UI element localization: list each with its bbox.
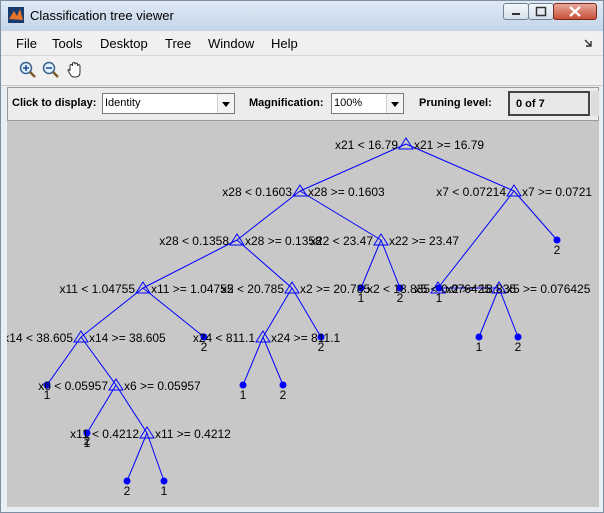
- zoom-in-icon[interactable]: [18, 60, 38, 80]
- leaf-class-label: 1: [161, 484, 168, 498]
- leaf-class-label: 2: [280, 388, 287, 402]
- tree-canvas[interactable]: x21 < 16.79 x21 >= 16.79 x28 < 0.1603 x28 >…: [7, 121, 599, 507]
- leaf-class-label: 2: [515, 340, 522, 354]
- title-bar[interactable]: Classification tree viewer: [1, 1, 603, 31]
- maximize-button[interactable]: [528, 3, 554, 20]
- split-label-right: x28 >= 0.1603: [308, 185, 385, 199]
- magnification-value: 100%: [334, 97, 363, 109]
- menu-window[interactable]: Window: [208, 36, 254, 51]
- leaf-class-label: 1: [476, 340, 483, 354]
- maximize-icon: [535, 6, 547, 17]
- minimize-icon: [512, 13, 520, 15]
- split-label-right: x7 >= 0.0721: [522, 185, 592, 199]
- split-label-right: x11 >= 0.4212: [155, 427, 231, 441]
- leaf-class-label: 1: [44, 388, 51, 402]
- leaf-class-label: 2: [124, 484, 131, 498]
- split-label-left: x28 < 0.1603: [222, 185, 292, 199]
- split-label-right: x24 >= 811.1: [271, 331, 340, 345]
- magnification-dropdown-arrow[interactable]: [386, 94, 403, 113]
- split-label-left: x11 < 1.04755: [59, 282, 135, 296]
- tree-diagram: x21 < 16.79 x21 >= 16.79 x28 < 0.1603 x28 >…: [7, 137, 592, 498]
- split-label-left: x7 < 0.07214: [436, 185, 506, 199]
- leaf-class-label: 2: [554, 243, 561, 257]
- dock-arrow-icon[interactable]: [583, 38, 593, 48]
- menu-tree[interactable]: Tree: [165, 36, 191, 51]
- window-title: Classification tree viewer: [30, 8, 174, 23]
- pruning-spinner[interactable]: [591, 91, 599, 116]
- minimize-button[interactable]: [503, 3, 529, 20]
- pruning-level-field[interactable]: 0 of 7: [508, 91, 590, 116]
- branch-node[interactable]: [398, 137, 414, 150]
- split-label-left: x5 < 0.076425: [415, 282, 492, 296]
- close-button[interactable]: [553, 3, 597, 20]
- leaf-class-label: 2: [84, 434, 91, 448]
- menu-desktop[interactable]: Desktop: [100, 36, 148, 51]
- split-label-left: x11 < 0.4212: [70, 427, 139, 441]
- close-icon: [569, 6, 581, 17]
- split-label-left: x21 < 16.79: [335, 138, 398, 152]
- split-label-left: x28 < 0.1358: [159, 234, 229, 248]
- leaf-class-label: 2: [318, 340, 325, 354]
- zoom-out-icon[interactable]: [41, 60, 61, 80]
- split-label-left: x14 < 38.605: [7, 331, 73, 345]
- menu-tools[interactable]: Tools: [52, 36, 82, 51]
- split-label-right: x6 >= 0.05957: [124, 379, 201, 393]
- pruning-value: 0 of 7: [516, 98, 545, 110]
- leaf-class-label: 1: [240, 388, 247, 402]
- matlab-icon: [8, 7, 24, 23]
- leaf-class-label: 2: [201, 340, 208, 354]
- split-label-right: x5 >= 0.076425: [507, 282, 591, 296]
- split-label-right: x22 >= 23.47: [389, 234, 459, 248]
- pruning-label: Pruning level:: [419, 97, 492, 109]
- split-label-left: x2 < 20.785: [221, 282, 284, 296]
- magnification-label: Magnification:: [249, 97, 324, 109]
- split-label-left: x22 < 23.47: [310, 234, 373, 248]
- display-select[interactable]: Identity: [102, 93, 235, 114]
- chevron-down-icon: [222, 102, 230, 107]
- menu-file[interactable]: File: [16, 36, 37, 51]
- leaf-class-label: 1: [358, 291, 365, 305]
- split-label-right: x14 >= 38.605: [89, 331, 166, 345]
- leaf-class-label: 1: [436, 291, 443, 305]
- display-label: Click to display:: [12, 97, 97, 109]
- control-bar: Click to display: Identity Magnification…: [7, 87, 599, 121]
- menu-help[interactable]: Help: [271, 36, 298, 51]
- display-dropdown-arrow[interactable]: [217, 94, 234, 113]
- pan-hand-icon[interactable]: [65, 60, 85, 80]
- magnification-select[interactable]: 100%: [331, 93, 404, 114]
- toolbar: [1, 56, 603, 86]
- chevron-down-icon: [391, 102, 399, 107]
- split-label-right: x21 >= 16.79: [414, 138, 484, 152]
- display-value: Identity: [105, 97, 141, 109]
- window: Classification tree viewer File Tools De…: [0, 0, 604, 513]
- menu-bar: File Tools Desktop Tree Window Help: [1, 31, 603, 56]
- leaf-class-label: 2: [397, 291, 404, 305]
